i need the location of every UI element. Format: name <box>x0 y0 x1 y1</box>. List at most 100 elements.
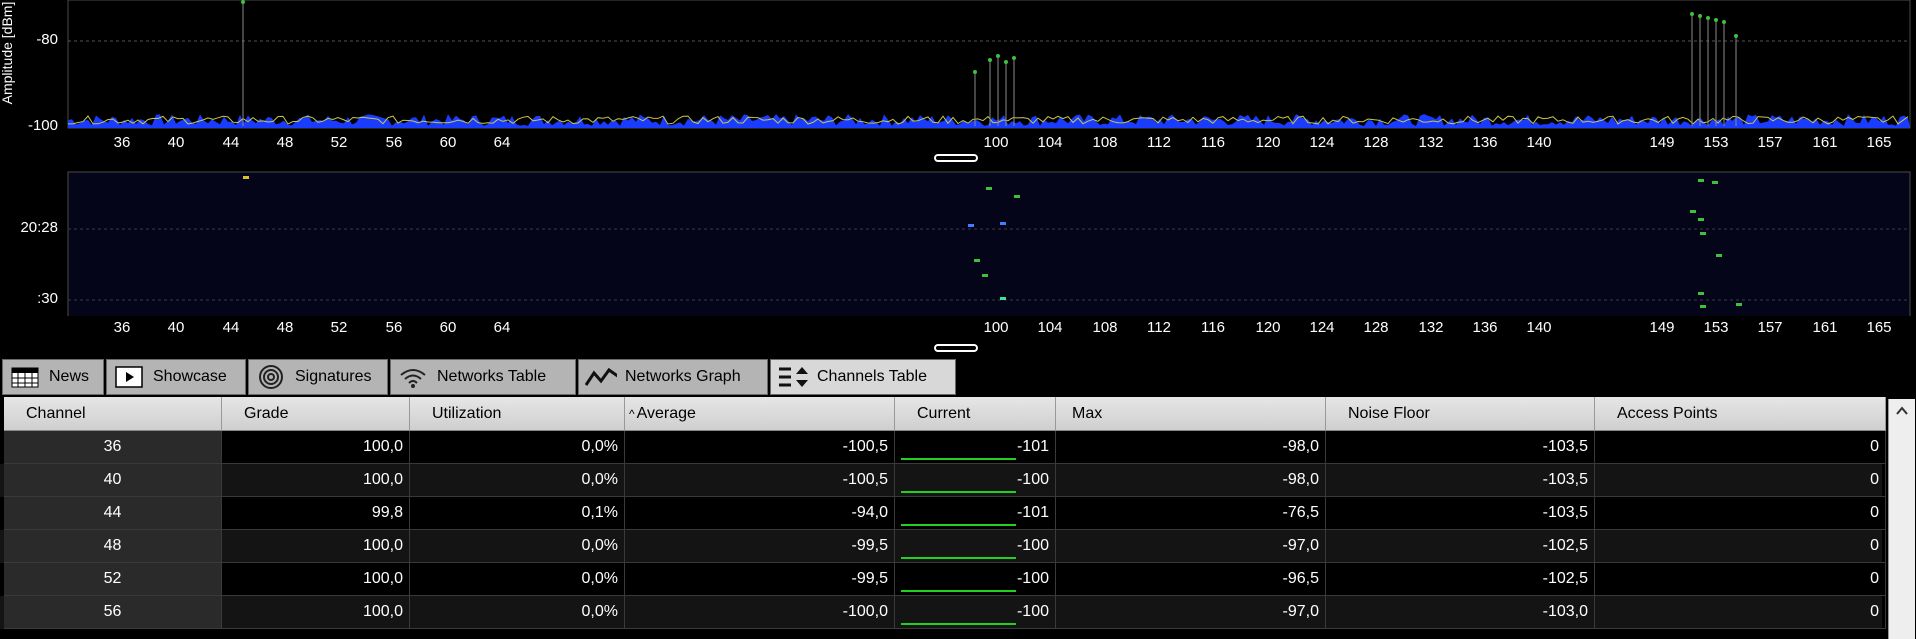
table-row[interactable]: 52 100,0 0,0% -99,5 -100 -96,5 -102,5 0 <box>0 563 1886 596</box>
current-level-bar <box>901 623 1016 625</box>
tab-signatures[interactable]: Signatures <box>248 359 388 395</box>
cell-average: -100,5 <box>625 431 895 464</box>
tab-channels-table[interactable]: Channels Table <box>770 359 956 395</box>
channel-tick-label: 100 <box>983 134 1009 151</box>
cell-access-points-value: 0 <box>1870 471 1879 488</box>
cell-max: -96,5 <box>1056 563 1326 596</box>
channel-tick-label: 56 <box>385 319 403 336</box>
cell-access-points: 0 <box>1595 464 1886 497</box>
channel-tick-label: 52 <box>330 134 348 151</box>
cell-current-value: -101 <box>1016 438 1049 455</box>
tab-networks-graph[interactable]: Networks Graph <box>578 359 768 395</box>
cell-max: -76,5 <box>1056 497 1326 530</box>
cell-grade-value: 100,0 <box>362 438 403 455</box>
table-row[interactable]: 40 100,0 0,0% -100,5 -100 -98,0 -103,5 0 <box>0 464 1886 497</box>
col-header-channel[interactable]: Channel <box>4 397 222 431</box>
spectrum-peak-marker <box>1722 20 1726 24</box>
cell-grade: 100,0 <box>222 563 410 596</box>
tab-networks-table[interactable]: Networks Table <box>390 359 576 395</box>
waterfall-signal-mark <box>968 224 974 227</box>
table-row[interactable]: 48 100,0 0,0% -99,5 -100 -97,0 -102,5 0 <box>0 530 1886 563</box>
channel-tick-label: 136 <box>1472 134 1498 151</box>
col-header-average-label: Average <box>636 404 696 422</box>
cell-grade-value: 100,0 <box>362 570 403 587</box>
channel-tick-label: 140 <box>1526 319 1552 336</box>
channel-tick-label: 128 <box>1363 319 1389 336</box>
channel-tick-label: 165 <box>1866 134 1892 151</box>
y-axis-title: Amplitude [dBm] <box>0 1 15 105</box>
tab-news-label: News <box>49 368 90 385</box>
cell-noise-floor: -103,5 <box>1326 464 1595 497</box>
channel-tick-label: 108 <box>1092 319 1118 336</box>
cell-average-value: -100,5 <box>842 471 888 488</box>
cell-noise-floor-value: -103,5 <box>1542 504 1588 521</box>
table-row[interactable]: 56 100,0 0,0% -100,0 -100 -97,0 -103,0 0 <box>0 596 1886 629</box>
channel-tick-label: 48 <box>276 319 294 336</box>
waterfall-plot[interactable] <box>0 166 1916 316</box>
cell-noise-floor: -102,5 <box>1326 563 1595 596</box>
sort-list-icon <box>777 364 809 390</box>
cell-noise-floor: -102,5 <box>1326 530 1595 563</box>
cell-grade: 100,0 <box>222 431 410 464</box>
cell-grade-value: 100,0 <box>362 471 403 488</box>
table-row[interactable]: 36 100,0 0,0% -100,5 -101 -98,0 -103,5 0 <box>0 431 1886 464</box>
tab-showcase[interactable]: Showcase <box>106 359 246 395</box>
channel-tick-label: 52 <box>330 319 348 336</box>
cell-channel: 44 <box>4 497 222 530</box>
current-level-bar <box>901 557 1016 559</box>
calendar-grid-icon <box>9 364 41 390</box>
play-icon <box>113 364 145 390</box>
current-level-bar <box>901 524 1016 526</box>
cell-access-points-value: 0 <box>1870 570 1879 587</box>
tab-signatures-label: Signatures <box>295 368 372 385</box>
cell-average-value: -99,5 <box>851 537 888 554</box>
cell-current: -100 <box>895 596 1056 629</box>
current-level-bar <box>901 491 1016 493</box>
cell-utilization: 0,0% <box>410 563 625 596</box>
spectrum-peak-marker <box>988 58 992 62</box>
cell-max-value: -96,5 <box>1282 570 1319 587</box>
cell-noise-floor-value: -102,5 <box>1542 570 1588 587</box>
cell-channel-value: 48 <box>103 537 122 554</box>
cell-channel-value: 44 <box>103 504 122 521</box>
waterfall-signal-mark <box>986 187 992 190</box>
col-header-utilization[interactable]: Utilization <box>410 397 625 431</box>
cell-max-value: -76,5 <box>1282 504 1319 521</box>
scroll-up-arrow-icon[interactable] <box>1889 399 1915 423</box>
channel-tick-label: 112 <box>1147 134 1171 151</box>
col-header-noise-floor-label: Noise Floor <box>1348 404 1430 422</box>
cell-grade-value: 100,0 <box>362 603 403 620</box>
time-label-30: :30 <box>37 290 58 307</box>
col-header-average[interactable]: ^ Average <box>625 397 895 431</box>
cell-average: -100,0 <box>625 596 895 629</box>
table-row[interactable]: 44 99,8 0,1% -94,0 -101 -76,5 -103,5 0 <box>0 497 1886 530</box>
cell-utilization-value: 0,0% <box>581 438 618 455</box>
col-header-current[interactable]: Current <box>895 397 1056 431</box>
col-header-grade[interactable]: Grade <box>222 397 410 431</box>
channel-tick-label: 149 <box>1649 319 1675 336</box>
cell-max: -97,0 <box>1056 596 1326 629</box>
cell-channel-value: 52 <box>103 570 122 587</box>
cell-current-value: -100 <box>1016 603 1049 620</box>
col-header-noise-floor[interactable]: Noise Floor <box>1326 397 1595 431</box>
col-header-access-points[interactable]: Access Points <box>1595 397 1886 431</box>
spectrum-scroll-handle[interactable] <box>934 154 978 162</box>
cell-noise-floor: -103,5 <box>1326 497 1595 530</box>
table-vertical-scrollbar[interactable] <box>1888 399 1915 639</box>
cell-access-points: 0 <box>1595 596 1886 629</box>
waterfall-signal-mark <box>974 259 980 262</box>
cell-noise-floor: -103,0 <box>1326 596 1595 629</box>
cell-noise-floor-value: -103,0 <box>1542 603 1588 620</box>
channel-tick-label: 128 <box>1363 134 1389 151</box>
tab-news[interactable]: News <box>2 359 104 395</box>
channel-tick-label: 36 <box>113 134 131 151</box>
cell-average-value: -100,5 <box>842 438 888 455</box>
waterfall-signal-mark <box>1736 303 1742 306</box>
spectrum-peak-marker <box>1012 56 1016 60</box>
cell-current: -101 <box>895 497 1056 530</box>
waterfall-signal-mark <box>1014 195 1020 198</box>
waterfall-scroll-handle[interactable] <box>934 344 978 352</box>
col-header-max[interactable]: Max <box>1056 397 1326 431</box>
spectrum-peak-marker <box>996 54 1000 58</box>
col-header-max-label: Max <box>1072 404 1103 422</box>
